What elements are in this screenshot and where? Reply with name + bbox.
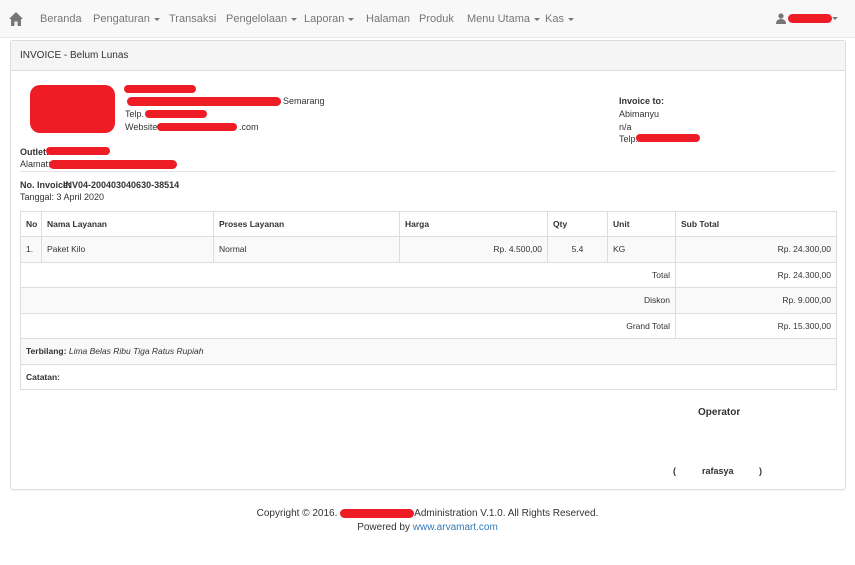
invoice-to-label: Invoice to: <box>619 96 665 106</box>
invoice-table: No Nama Layanan Proses Layanan Harga Qty… <box>20 211 837 390</box>
redacted-username <box>788 14 832 23</box>
powered-prefix: Powered by <box>357 522 410 533</box>
row-process: Normal <box>213 236 400 263</box>
caret-down-icon <box>348 17 355 21</box>
col-header-harga: Harga <box>399 211 548 237</box>
caret-down-icon <box>291 17 298 21</box>
redacted-company-phone <box>145 110 207 118</box>
panel-title: INVOICE - Belum Lunas <box>11 41 845 71</box>
alamat-label: Alamat: <box>20 159 51 169</box>
invoice-number: INV04-200403040630-38514 <box>63 180 180 190</box>
diskon-label: Diskon <box>20 287 676 314</box>
signature-title: Operator <box>698 407 741 418</box>
home-icon[interactable] <box>8 11 24 27</box>
powered-link[interactable]: www.arvamart.com <box>413 522 498 533</box>
redacted-company-address <box>127 97 281 106</box>
row-qty: 5.4 <box>547 236 608 263</box>
copyright-line: Copyright © 2016. Administration V.1.0. … <box>0 508 855 519</box>
redacted-outlet-address <box>49 160 177 169</box>
table-row: 1. Paket Kilo Normal Rp. 4.500,00 5.4 KG… <box>20 236 837 263</box>
catatan-label: Catatan: <box>20 363 837 390</box>
col-header-proses-layanan: Proses Layanan <box>213 211 400 237</box>
redacted-customer-phone <box>636 134 700 142</box>
nav-laporan[interactable]: Laporan <box>304 13 355 25</box>
col-header-unit: Unit <box>607 211 676 237</box>
nav-pengaturan[interactable]: Pengaturan <box>93 13 160 25</box>
invoice-panel: INVOICE - Belum Lunas Semarang Telp. Web… <box>10 40 846 490</box>
grand-total-label: Grand Total <box>20 312 676 339</box>
row-unit: KG <box>607 236 676 263</box>
company-address-city: Semarang <box>283 96 325 106</box>
nav-transaksi[interactable]: Transaksi <box>169 13 216 25</box>
terbilang-label: Terbilang: <box>26 346 67 357</box>
nav-kas[interactable]: Kas <box>545 13 574 25</box>
copyright-prefix: Copyright © 2016. <box>256 508 338 519</box>
col-header-sub-total: Sub Total <box>675 211 837 237</box>
invoice-to-address: n/a <box>619 122 632 132</box>
outlet-label: Outlet: <box>20 147 49 157</box>
grand-total-row: Grand Total Rp. 15.300,00 <box>20 312 837 339</box>
diskon-row: Diskon Rp. 9.000,00 <box>20 287 837 314</box>
divider <box>20 171 836 172</box>
nav-beranda[interactable]: Beranda <box>40 13 82 25</box>
page-footer: Copyright © 2016. Administration V.1.0. … <box>0 508 855 533</box>
nav-pengelolaan[interactable]: Pengelolaan <box>226 13 298 25</box>
redacted-outlet-name <box>46 147 110 155</box>
nav-produk[interactable]: Produk <box>419 13 454 25</box>
redacted-company-name <box>124 85 196 93</box>
row-price: Rp. 4.500,00 <box>399 236 548 263</box>
signature-open-paren: ( <box>673 466 676 476</box>
signature-close-paren: ) <box>759 466 762 476</box>
signature-name: rafasya <box>702 466 734 476</box>
company-website-suffix: .com <box>239 122 259 132</box>
terbilang-cell: Terbilang: Lima Belas Ribu Tiga Ratus Ru… <box>20 338 837 365</box>
total-value: Rp. 24.300,00 <box>675 261 837 288</box>
total-row: Total Rp. 24.300,00 <box>20 261 837 288</box>
redacted-company-name-footer <box>340 508 415 518</box>
grand-total-value: Rp. 15.300,00 <box>675 312 837 339</box>
redacted-company-website <box>157 123 237 131</box>
col-header-qty: Qty <box>547 211 608 237</box>
terbilang-value: Lima Belas Ribu Tiga Ratus Rupiah <box>68 346 204 357</box>
nav-halaman[interactable]: Halaman <box>366 13 410 25</box>
caret-down-icon <box>832 17 838 20</box>
redacted-logo <box>30 85 115 133</box>
row-name: Paket Kilo <box>41 236 214 263</box>
total-label: Total <box>20 261 676 288</box>
caret-down-icon <box>567 17 574 21</box>
catatan-row: Catatan: <box>20 363 837 390</box>
company-telp-label: Telp. <box>125 109 145 119</box>
col-header-no: No <box>20 211 42 237</box>
company-website-label: Website <box>125 122 158 132</box>
col-header-nama-layanan: Nama Layanan <box>41 211 214 237</box>
diskon-value: Rp. 9.000,00 <box>675 287 837 314</box>
row-no: 1. <box>20 236 42 263</box>
user-icon <box>776 13 786 24</box>
copyright-suffix: Administration V.1.0. All Rights Reserve… <box>414 508 599 519</box>
terbilang-row: Terbilang: Lima Belas Ribu Tiga Ratus Ru… <box>20 338 837 365</box>
invoice-to-name: Abimanyu <box>619 109 660 119</box>
caret-down-icon <box>533 17 540 21</box>
top-navbar: Beranda Pengaturan Transaksi Pengelolaan… <box>0 0 855 38</box>
invoice-date: Tanggal: 3 April 2020 <box>20 192 105 202</box>
table-header-row: No Nama Layanan Proses Layanan Harga Qty… <box>20 211 837 237</box>
row-subtotal: Rp. 24.300,00 <box>675 236 837 263</box>
caret-down-icon <box>153 17 160 21</box>
nav-menu-utama[interactable]: Menu Utama <box>467 13 540 25</box>
powered-line: Powered by www.arvamart.com <box>0 522 855 533</box>
